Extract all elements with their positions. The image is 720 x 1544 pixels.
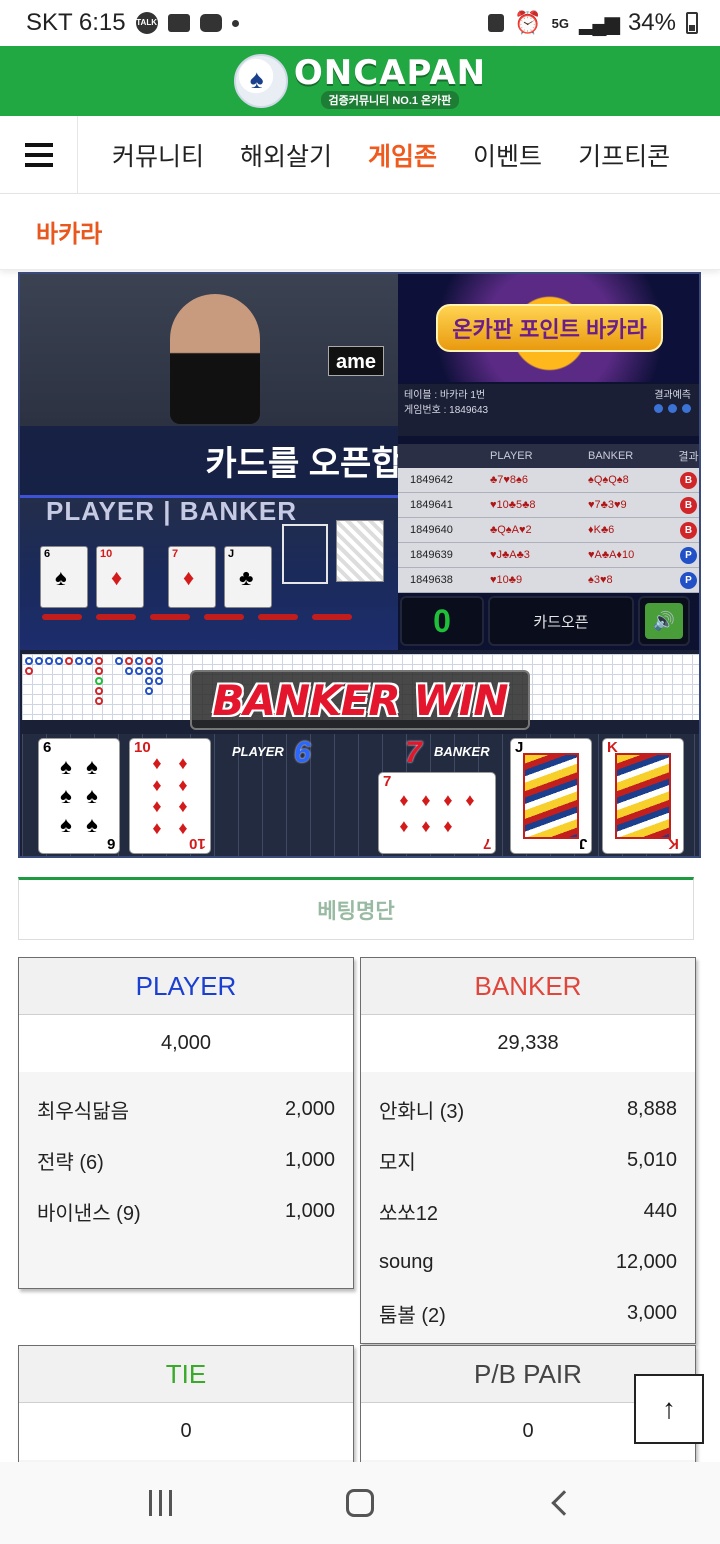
result-badge: P <box>680 571 697 589</box>
video-card: 10 ♦ <box>96 546 144 608</box>
list-item: 전략 (6) 1,000 <box>37 1149 335 1174</box>
betting-list-title: 베팅명단 <box>18 877 694 940</box>
panel-title-banner: 온카판 포인트 바카라 <box>398 274 699 382</box>
player-card-1: 6 ♠ ♠ ♠ ♠ ♠ ♠ 6 <box>38 738 120 854</box>
list-item: 모지 5,010 <box>379 1149 677 1174</box>
table-sign: ame <box>328 346 384 376</box>
panel-title: 온카판 포인트 바카라 <box>436 304 663 352</box>
banker-score: 7 <box>405 736 422 769</box>
game-panel: 온카판 포인트 바카라 테이블 : 바카라 1번 게임번호 : 1849643 … <box>398 274 699 650</box>
home-button[interactable] <box>330 1478 390 1528</box>
player-bets-title: PLAYER <box>19 958 353 1015</box>
video-card: J ♣ <box>224 546 272 608</box>
more-notifications-icon <box>231 19 239 27</box>
list-item: 안화니 (3) 8,888 <box>379 1098 677 1123</box>
card-slots <box>42 614 352 620</box>
nav-item-event[interactable]: 이벤트 <box>455 137 560 173</box>
brand-subtitle: 검증커뮤니티 NO.1 온카판 <box>320 91 460 109</box>
game-number: 게임번호 : 1849643 <box>404 405 489 416</box>
player-bets-total: 4,000 <box>19 1015 353 1072</box>
banker-label: BANKER <box>434 744 490 759</box>
prediction-label: 결과예측 <box>654 390 691 401</box>
banker-bets-box: BANKER 29,338 안화니 (3) 8,888 모지 5,010 쏘쏘12 4… <box>360 957 696 1344</box>
scroll-top-button[interactable]: ↑ <box>634 1374 704 1444</box>
nav-item-overseas[interactable]: 해외살기 <box>222 137 350 173</box>
player-score: 6 <box>294 736 311 769</box>
video-pb-label: PLAYER | BANKER <box>46 496 298 526</box>
kakaotalk-icon: TALK <box>135 12 158 34</box>
video-cards: 6 ♠ 10 ♦ 7 ♦ J ♣ <box>40 546 272 608</box>
banker-card-3: K K <box>602 738 684 854</box>
video-card: 7 ♦ <box>168 546 216 608</box>
main-nav: 커뮤니티 해외살기 게임존 이벤트 기프티콘 <box>0 115 720 194</box>
list-item: 최우식닮음 2,000 <box>37 1098 335 1123</box>
history-row: 1849640 ♣Q♠A♥2 ♦K♣6 B <box>398 518 699 543</box>
history-row: 1849639 ♥J♣A♣3 ♥A♣A♦10 P <box>398 543 699 568</box>
player-bets-box: PLAYER 4,000 최우식닮음 2,000 전략 (6) 1,000 바이낸스… <box>18 957 354 1289</box>
nav-item-gamezone[interactable]: 게임존 <box>350 137 455 173</box>
sound-toggle-button[interactable]: 🔊 <box>638 596 690 646</box>
banker-bets-title: BANKER <box>361 958 695 1015</box>
list-item: 툼볼 (2) 3,000 <box>379 1302 677 1327</box>
history-table: PLAYER BANKER 결과 1849642 ♣7♥8♠6 ♠Q♠Q♠8 B 18… <box>398 444 699 593</box>
recent-apps-button[interactable] <box>130 1478 190 1528</box>
prediction-icons[interactable] <box>654 404 691 413</box>
speaker-icon: 🔊 <box>645 603 683 639</box>
baccarat-game: ame PLAYER | BANKER 6 ♠ 10 ♦ 7 ♦ J ♣ 카드를 오픈합… <box>18 272 701 858</box>
nav-item-gifticon[interactable]: 기프티콘 <box>560 137 688 173</box>
banker-card-2: J J <box>510 738 592 854</box>
history-header: PLAYER BANKER 결과 <box>398 444 699 468</box>
page-title: 바카라 <box>36 221 103 248</box>
battery-level: 34% <box>627 9 676 36</box>
result-badge: B <box>680 521 697 539</box>
signal-icon: ▂▄▆ <box>579 12 620 35</box>
table-name: 테이블 : 바카라 1번 <box>404 390 486 401</box>
banker-card-1: 7 ♦ ♦ ♦ ♦ ♦ ♦ ♦ 7 <box>378 772 496 854</box>
list-item: 바이낸스 (9) 1,000 <box>37 1200 335 1225</box>
open-cards-button[interactable]: 카드오픈 <box>488 596 634 646</box>
alarm-icon: ⏰ <box>514 10 542 35</box>
back-button[interactable] <box>530 1478 590 1528</box>
card-slot-empty <box>282 524 328 584</box>
tie-bets-total: 0 <box>19 1403 353 1460</box>
video-card: 6 ♠ <box>40 546 88 608</box>
lock-icon <box>488 14 505 32</box>
system-nav-bar <box>0 1462 720 1544</box>
back-icon <box>551 1490 577 1516</box>
arrow-up-icon: ↑ <box>662 1393 676 1424</box>
gallery-icon <box>167 14 190 32</box>
card-shoe <box>336 520 384 582</box>
network-type: 5G <box>551 15 570 31</box>
brand-title: ONCAPAN <box>293 53 487 93</box>
brand-banner[interactable]: ONCAPAN 검증커뮤니티 NO.1 온카판 <box>0 46 720 116</box>
history-row: 1849638 ♥10♣9 ♠3♥8 P <box>398 568 699 593</box>
countdown-display: 0 <box>400 596 484 646</box>
page-header: 바카라 <box>0 194 720 270</box>
tie-bets-title: TIE <box>19 1346 353 1403</box>
recent-apps-icon <box>148 1490 172 1516</box>
dealer-image <box>170 294 260 424</box>
battery-icon <box>686 12 698 34</box>
menu-icon[interactable] <box>0 115 78 194</box>
logo-icon <box>233 54 288 108</box>
win-banner: BANKER WIN <box>190 670 530 730</box>
game-info: 테이블 : 바카라 1번 게임번호 : 1849643 결과예측 <box>398 384 699 436</box>
youtube-icon <box>199 14 222 32</box>
carrier-time: SKT 6:15 <box>26 9 126 36</box>
result-badge: B <box>680 496 697 514</box>
game-controls: 0 카드오픈 🔊 <box>400 596 699 648</box>
banker-bets-total: 29,338 <box>361 1015 695 1072</box>
result-badge: P <box>680 546 697 564</box>
history-row: 1849641 ♥10♣5♣8 ♥7♣3♥9 B <box>398 493 699 518</box>
history-row: 1849642 ♣7♥8♠6 ♠Q♠Q♠8 B <box>398 468 699 493</box>
list-item: soung 12,000 <box>379 1251 677 1273</box>
result-area: 6 ♠ ♠ ♠ ♠ ♠ ♠ 6 10 ♦ ♦ ♦ ♦ ♦ ♦ ♦ ♦ 10 PLAYER 6 7 BAN… <box>22 734 699 856</box>
player-card-2: 10 ♦ ♦ ♦ ♦ ♦ ♦ ♦ ♦ 10 <box>129 738 211 854</box>
list-item: 쏘쏘12 440 <box>379 1200 677 1225</box>
nav-item-community[interactable]: 커뮤니티 <box>94 137 222 173</box>
player-label: PLAYER <box>232 744 284 759</box>
status-bar: SKT 6:15 TALK ⏰ 5G ▂▄▆ 34% <box>0 0 720 46</box>
result-badge: B <box>680 471 697 489</box>
home-icon <box>346 1489 374 1517</box>
